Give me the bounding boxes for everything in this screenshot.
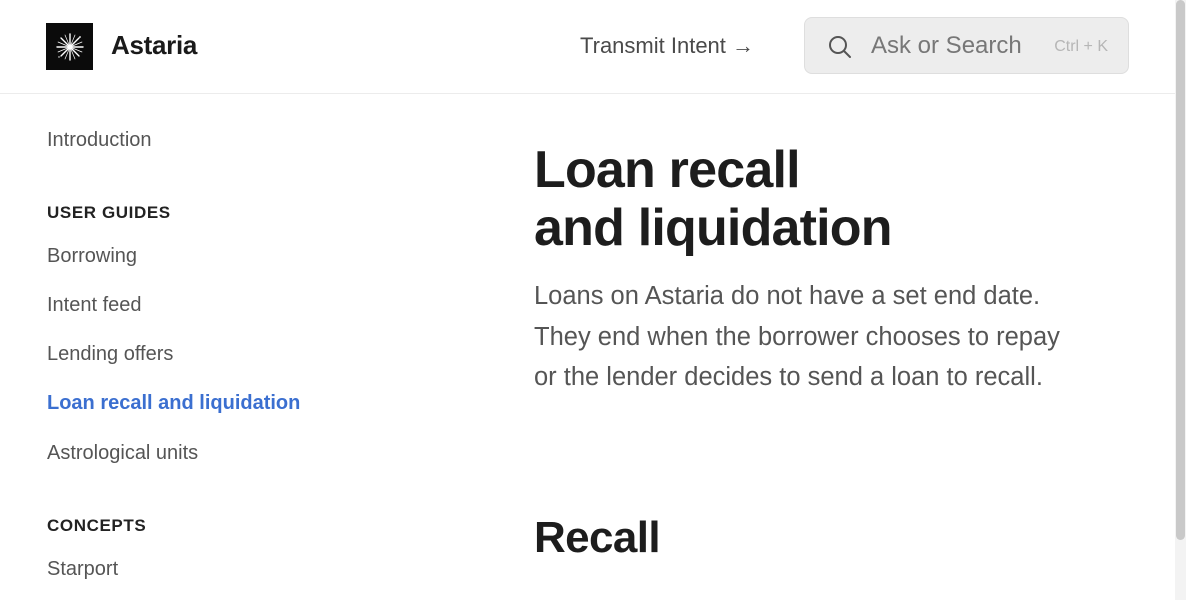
sidebar-item-starport[interactable]: Starport — [47, 558, 118, 581]
scrollbar-thumb[interactable] — [1176, 0, 1185, 540]
transmit-intent-link[interactable]: Transmit Intent → — [580, 33, 754, 59]
search-placeholder: Ask or Search — [871, 32, 1022, 59]
section-heading-recall: Recall — [534, 513, 661, 562]
sidebar-section-user-guides: USER GUIDES — [47, 203, 171, 222]
starburst-icon — [55, 32, 84, 61]
page-title: Loan recall and liquidation — [534, 141, 1134, 257]
top-header: Astaria Transmit Intent → Ask or Search … — [0, 0, 1175, 94]
sidebar-item-intent-feed[interactable]: Intent feed — [47, 294, 142, 317]
brand-logo[interactable] — [46, 23, 93, 70]
lead-paragraph: Loans on Astaria do not have a set end d… — [534, 282, 1060, 391]
search-box[interactable]: Ask or Search Ctrl + K — [804, 17, 1129, 74]
page-title-line-2: and liquidation — [534, 199, 893, 257]
sidebar-item-loan-recall-and-liquidation[interactable]: Loan recall and liquidation — [47, 392, 300, 415]
sidebar-item-introduction[interactable]: Introduction — [47, 129, 152, 152]
sidebar-section-concepts: CONCEPTS — [47, 516, 147, 535]
search-shortcut-hint: Ctrl + K — [1054, 38, 1108, 55]
search-icon — [827, 34, 853, 65]
brand-name[interactable]: Astaria — [111, 30, 197, 61]
sidebar-nav: Introduction USER GUIDES Borrowing Inten… — [0, 95, 480, 600]
sidebar-item-borrowing[interactable]: Borrowing — [47, 245, 137, 268]
page-title-line-1: Loan recall — [534, 141, 801, 199]
sidebar-item-astrological-units[interactable]: Astrological units — [47, 442, 198, 465]
sidebar-item-lending-offers[interactable]: Lending offers — [47, 343, 173, 366]
page-scrollbar[interactable] — [1175, 0, 1186, 600]
